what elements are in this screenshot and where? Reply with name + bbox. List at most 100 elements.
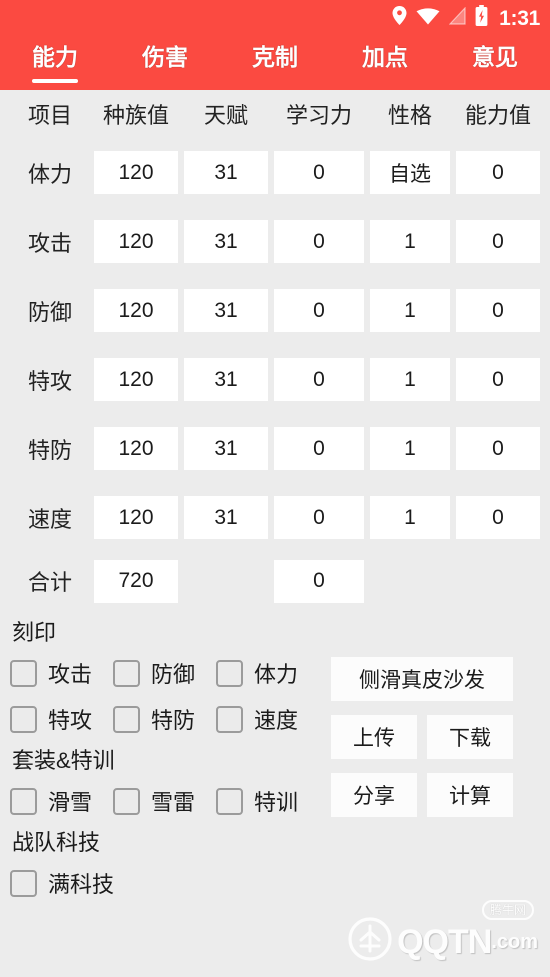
ev-input-sp-attack[interactable]: 0: [274, 358, 364, 401]
tab-label: 加点: [362, 44, 408, 70]
options-panel: 刻印 攻击 防御 体力 特攻 特防 速度 套装&特训 滑雪 雪雷 特训 战队科技…: [0, 616, 550, 904]
section-title-suit-training: 套装&特训: [12, 748, 115, 773]
table-row: 攻击 120 31 0 1 0: [10, 207, 540, 276]
checkbox-label: 雪雷: [151, 790, 196, 815]
stat-output-sp-attack[interactable]: 0: [456, 358, 540, 401]
nature-input-sp-defense[interactable]: 1: [370, 427, 450, 470]
iv-input-defense[interactable]: 31: [184, 289, 268, 332]
share-calculate-button-pair: 分享 计算: [331, 773, 513, 817]
iv-input-attack[interactable]: 31: [184, 220, 268, 263]
calculate-button[interactable]: 计算: [427, 773, 513, 817]
share-button[interactable]: 分享: [331, 773, 417, 817]
tab-label: 克制: [252, 44, 298, 70]
table-row: 特防 120 31 0 1 0: [10, 414, 540, 483]
checkbox-suit-ski[interactable]: 滑雪: [10, 785, 113, 817]
ev-input-sp-defense[interactable]: 0: [274, 427, 364, 470]
sofa-button[interactable]: 侧滑真皮沙发: [331, 657, 513, 701]
stat-output-hp[interactable]: 0: [456, 151, 540, 194]
base-input-speed[interactable]: 120: [94, 496, 178, 539]
row-label-defense: 防御: [27, 299, 72, 325]
checkbox-suit-snowthunder[interactable]: 雪雷: [113, 785, 216, 817]
ev-input-speed[interactable]: 0: [274, 496, 364, 539]
checkbox-box-icon[interactable]: [113, 659, 140, 687]
checkbox-engrave-attack[interactable]: 攻击: [10, 657, 113, 689]
base-input-hp[interactable]: 120: [94, 151, 178, 194]
checkbox-box-icon[interactable]: [216, 787, 243, 815]
stat-output-defense[interactable]: 0: [456, 289, 540, 332]
stat-output-speed[interactable]: 0: [456, 496, 540, 539]
download-button[interactable]: 下载: [427, 715, 513, 759]
nature-input-attack[interactable]: 1: [370, 220, 450, 263]
tab-nengli[interactable]: 能力: [0, 42, 110, 90]
tab-label: 能力: [32, 44, 78, 70]
stats-table: 项目 种族值 天赋 学习力 性格 能力值 体力 120 31 0 自选 0 攻击…: [0, 90, 550, 610]
ev-input-defense[interactable]: 0: [274, 289, 364, 332]
checkbox-special-training[interactable]: 特训: [216, 785, 319, 817]
stat-output-sp-defense[interactable]: 0: [456, 427, 540, 470]
checkbox-box-icon[interactable]: [113, 787, 140, 815]
checkbox-box-icon[interactable]: [216, 659, 243, 687]
nature-input-sp-attack[interactable]: 1: [370, 358, 450, 401]
suit-training-checkbox-row: 滑雪 雪雷 特训: [10, 780, 330, 822]
checkbox-engrave-sp-attack[interactable]: 特攻: [10, 703, 113, 735]
row-label-speed: 速度: [27, 506, 72, 532]
checkbox-box-icon[interactable]: [113, 705, 140, 733]
checkbox-box-icon[interactable]: [10, 869, 37, 897]
row-label-attack: 攻击: [27, 230, 72, 256]
table-row: 速度 120 31 0 1 0: [10, 483, 540, 552]
checkbox-label: 满科技: [48, 872, 115, 897]
checkbox-label: 速度: [254, 708, 299, 733]
iv-input-speed[interactable]: 31: [184, 496, 268, 539]
checkbox-engrave-hp[interactable]: 体力: [216, 657, 319, 689]
total-ev-output[interactable]: 0: [274, 559, 364, 603]
tab-active-underline: [32, 79, 78, 83]
nature-input-speed[interactable]: 1: [370, 496, 450, 539]
ev-input-attack[interactable]: 0: [274, 220, 364, 263]
checkbox-box-icon[interactable]: [10, 659, 37, 687]
total-base-output[interactable]: 720: [94, 559, 178, 603]
stats-table-total-row: 合计 720 0: [10, 552, 540, 610]
base-input-attack[interactable]: 120: [94, 220, 178, 263]
column-header-stat: 能力值: [464, 103, 531, 128]
base-input-sp-defense[interactable]: 120: [94, 427, 178, 470]
engrave-checkbox-row-2: 特攻 特防 速度: [10, 698, 330, 740]
engrave-checkbox-row-1: 攻击 防御 体力: [10, 652, 330, 694]
nature-input-hp[interactable]: 自选: [370, 151, 450, 194]
column-header-iv: 天赋: [203, 103, 248, 128]
base-input-sp-attack[interactable]: 120: [94, 358, 178, 401]
stat-output-attack[interactable]: 0: [456, 220, 540, 263]
tab-jiadian[interactable]: 加点: [330, 42, 440, 90]
iv-input-sp-defense[interactable]: 31: [184, 427, 268, 470]
checkbox-label: 体力: [254, 662, 299, 687]
options-left-column: 刻印 攻击 防御 体力 特攻 特防 速度 套装&特训 滑雪 雪雷 特训 战队科技…: [10, 616, 330, 904]
checkbox-box-icon[interactable]: [10, 705, 37, 733]
upload-button[interactable]: 上传: [331, 715, 417, 759]
row-label-sp-attack: 特攻: [27, 368, 72, 394]
checkbox-engrave-defense[interactable]: 防御: [113, 657, 216, 689]
checkbox-engrave-speed[interactable]: 速度: [216, 703, 319, 735]
base-input-defense[interactable]: 120: [94, 289, 178, 332]
tab-kezhi[interactable]: 克制: [220, 42, 330, 90]
stats-table-header-row: 项目 种族值 天赋 学习力 性格 能力值: [10, 90, 540, 138]
checkbox-label: 特防: [151, 708, 196, 733]
nature-input-defense[interactable]: 1: [370, 289, 450, 332]
checkbox-full-tech[interactable]: 满科技: [10, 867, 115, 899]
checkbox-box-icon[interactable]: [216, 705, 243, 733]
status-bar-clock: 1:31: [499, 6, 540, 30]
battery-charging-icon: [475, 5, 488, 31]
tab-yijian[interactable]: 意见: [440, 42, 550, 90]
watermark-name: QQTN: [397, 922, 492, 961]
column-header-base: 种族值: [102, 103, 169, 128]
tab-shanghai[interactable]: 伤害: [110, 42, 220, 90]
action-buttons-column: 侧滑真皮沙发 上传 下载 分享 计算: [331, 657, 513, 831]
checkbox-engrave-sp-defense[interactable]: 特防: [113, 703, 216, 735]
checkbox-label: 特攻: [48, 708, 93, 733]
checkbox-box-icon[interactable]: [10, 787, 37, 815]
row-label-total: 合计: [27, 570, 72, 595]
iv-input-hp[interactable]: 31: [184, 151, 268, 194]
ev-input-hp[interactable]: 0: [274, 151, 364, 194]
checkbox-label: 攻击: [48, 662, 93, 687]
wifi-icon: [416, 7, 440, 30]
iv-input-sp-attack[interactable]: 31: [184, 358, 268, 401]
checkbox-label: 滑雪: [48, 790, 93, 815]
